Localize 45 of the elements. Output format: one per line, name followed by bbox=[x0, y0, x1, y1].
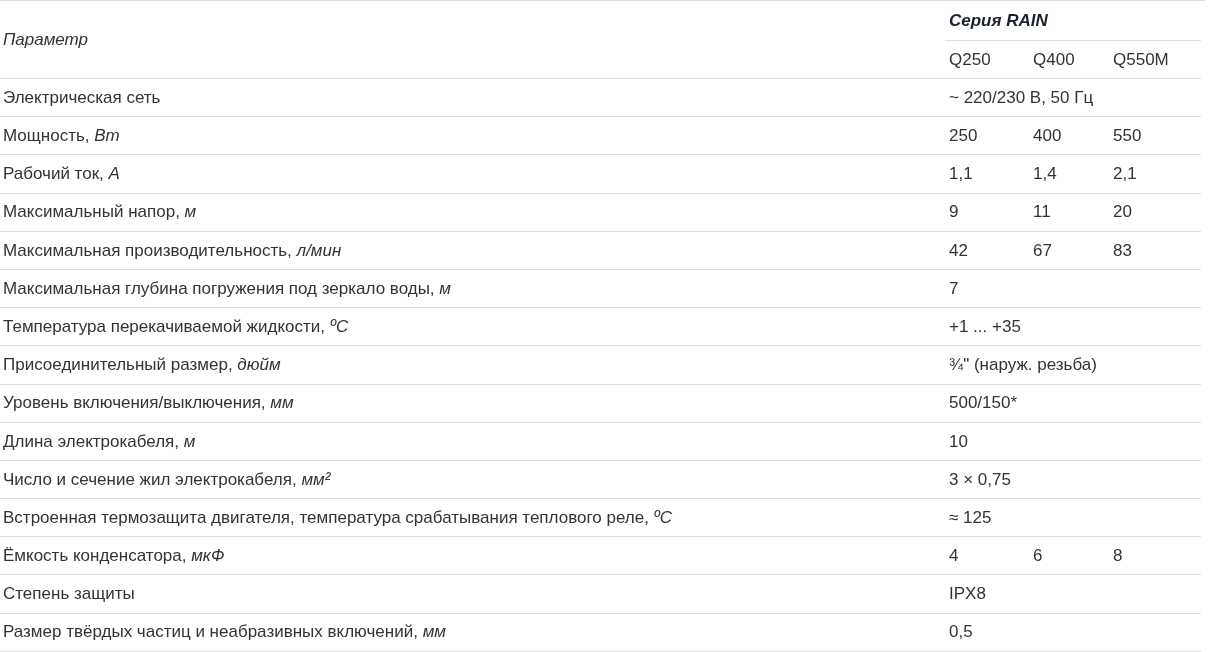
table-cell-text: 9 bbox=[949, 201, 959, 224]
table-cell-text: 4 bbox=[949, 545, 959, 568]
parameter-name: Максимальная глубина погружения под зеркало воды, м bbox=[3, 277, 451, 300]
parameter-name: Электрическая сеть bbox=[3, 86, 161, 109]
table-cell-text: ~ 220/230 В, 50 Гц bbox=[949, 86, 1094, 109]
table-cell-text: 42 bbox=[949, 239, 968, 262]
table-cell-text: 67 bbox=[1033, 239, 1052, 262]
table-cell-text: 1,1 bbox=[949, 163, 973, 186]
table-cell-text: 1,4 bbox=[1033, 163, 1057, 186]
parameter-name: Степень защиты bbox=[3, 583, 135, 606]
parameter-name: Максимальная производительность, л/мин bbox=[3, 239, 342, 262]
parameter-name: Встроенная термозащита двигателя, температура срабатывания теплового реле, ºС bbox=[3, 506, 673, 529]
table-cell-text: 3 × 0,75 bbox=[949, 468, 1011, 491]
table-cell-text: 6 bbox=[1033, 545, 1043, 568]
table-cell-text: 83 bbox=[1113, 239, 1132, 262]
parameter-name: Максимальный напор, м bbox=[3, 201, 197, 224]
table-cell-text: 400 bbox=[1033, 125, 1062, 148]
parameter-name: Мощность, Вт bbox=[3, 125, 120, 148]
model-header: Q250 bbox=[949, 48, 991, 71]
table-cell-text: 11 bbox=[1033, 201, 1051, 224]
table-cell-text: ¾" (наруж. резьба) bbox=[949, 354, 1097, 377]
series-header: Серия RAIN bbox=[949, 9, 1048, 32]
table-cell-text: 550 bbox=[1113, 125, 1142, 148]
model-header: Q550M bbox=[1113, 48, 1169, 71]
table-cell-text: ≈ 125 bbox=[949, 506, 992, 529]
table-cell-text: 250 bbox=[949, 125, 978, 148]
table-cell-text: +1 ... +35 bbox=[949, 315, 1021, 338]
parameter-name: Температура перекачиваемой жидкости, ºС bbox=[3, 315, 349, 338]
parameter-name: Присоединительный размер, дюйм bbox=[3, 354, 281, 377]
model-header: Q400 bbox=[1033, 48, 1075, 71]
table-cell-text: 2,1 bbox=[1113, 163, 1137, 186]
table-cell-text: 10 bbox=[949, 430, 968, 453]
parameter-name: Число и сечение жил электрокабеля, мм² bbox=[3, 468, 331, 491]
table-cell-text: 8 bbox=[1113, 545, 1123, 568]
parameter-name: Уровень включения/выключения, мм bbox=[3, 392, 294, 415]
table-cell-text: 7 bbox=[949, 277, 959, 300]
parameter-name: Длина электрокабеля, м bbox=[3, 430, 196, 453]
table-cell-text: 20 bbox=[1113, 201, 1132, 224]
parameter-name: Рабочий ток, А bbox=[3, 163, 120, 186]
table-cell-text: 0,5 bbox=[949, 621, 973, 644]
parameter-name: Ёмкость конденсатора, мкФ bbox=[3, 545, 225, 568]
parameter-name: Размер твёрдых частиц и неабразивных включений, мм bbox=[3, 621, 446, 644]
table-cell-text: 500/150* bbox=[949, 392, 1018, 415]
table-cell-text: IPX8 bbox=[949, 583, 986, 606]
column-header: Параметр bbox=[3, 28, 89, 51]
